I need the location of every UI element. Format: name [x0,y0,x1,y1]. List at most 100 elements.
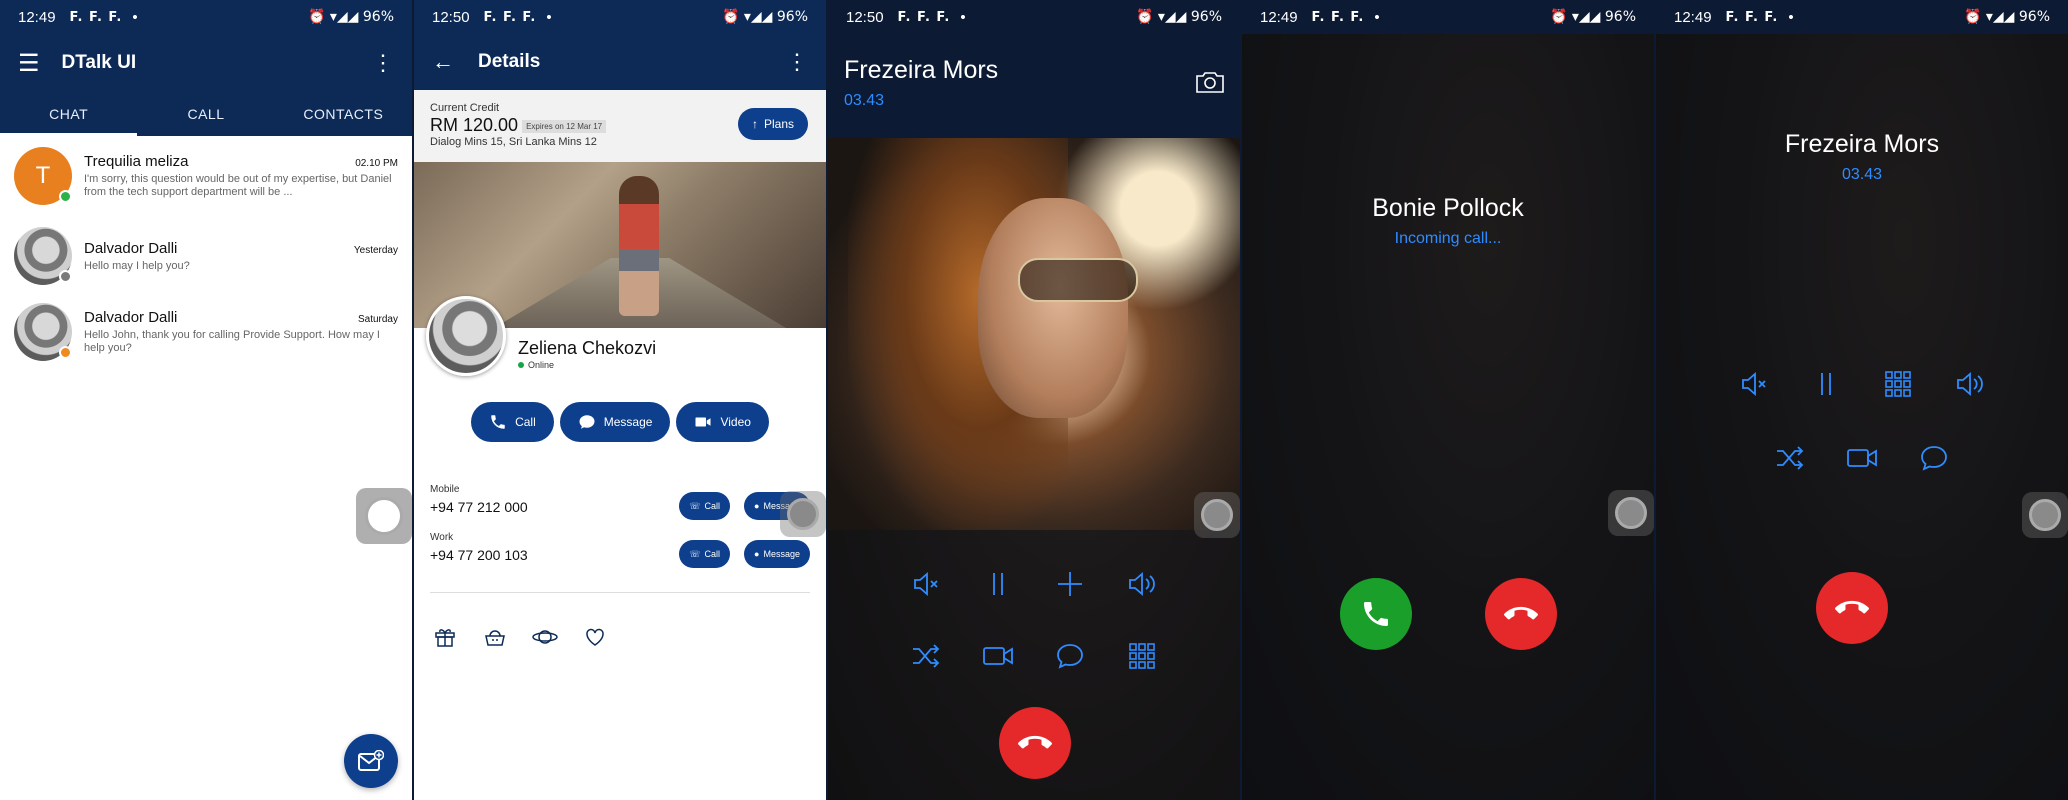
online-dot [518,362,524,368]
heart-icon[interactable] [578,620,612,654]
avatar [14,303,72,361]
status-dot: • [546,8,552,26]
status-right: ⏰ ▾◢◢ 96% [1963,9,2050,25]
chat-bubble-icon [579,415,595,429]
tab-call[interactable]: CALL [137,92,274,136]
status-time: 12:50 [846,8,884,26]
keypad-button[interactable] [1862,360,1934,408]
video-call-screen: 12:50 F. F. F. • ⏰ ▾◢◢ 96% Frezeira Mors… [828,0,1240,800]
call-button[interactable]: Call [471,402,554,442]
status-dot: • [132,8,138,26]
avatar-initial: T [35,162,51,189]
battery-level: 96% [1604,9,1636,25]
back-arrow-icon[interactable]: ← [432,49,454,75]
call-label: Call [515,415,536,429]
shuffle-icon [913,644,940,668]
chat-list-item[interactable]: T Trequilia meliza 02.10 PM I'm sorry, t… [0,140,412,212]
arrow-up-icon: ↑ [751,117,758,131]
new-message-button[interactable] [344,734,398,788]
assistive-touch-button[interactable] [2022,492,2068,538]
mute-button[interactable] [1718,360,1790,408]
hang-up-icon [1835,600,1869,614]
gift-icon[interactable] [428,620,462,654]
assistive-touch-button[interactable] [1194,492,1240,538]
more-options-icon[interactable]: ⋮ [786,49,808,75]
status-bar: 12:50 F. F. F. • ⏰ ▾◢◢ 96% [414,0,826,34]
more-options-icon[interactable]: ⋮ [372,50,394,76]
planet-icon[interactable] [528,620,562,654]
hamburger-menu-icon[interactable]: ☰ [18,49,40,78]
basket-icon[interactable] [478,620,512,654]
details-screen: 12:50 F. F. F. • ⏰ ▾◢◢ 96% ← Details ⋮ C… [414,0,826,800]
avatar [14,227,72,285]
add-call-button[interactable] [1034,560,1106,608]
assistive-touch-button[interactable] [780,491,826,537]
end-call-button[interactable] [999,707,1071,779]
status-notifications: F. F. F. [1311,9,1365,25]
call-header [828,34,1240,138]
transfer-button[interactable] [890,632,962,680]
call-duration: 03.43 [844,92,885,109]
status-right: ⏰ ▾◢◢ 96% [1549,9,1636,25]
avatar: T [14,147,72,205]
message-button[interactable]: Message [559,402,671,442]
work-message-button[interactable]: ● Message [744,540,810,568]
away-status-dot [59,346,72,359]
showcase-stage: 12:49 F. F. F. • ⏰ ▾◢◢ 96% ☰ DTalk UI ⋮ … [0,0,2068,800]
online-status-dot [59,190,72,203]
caller-name: Bonie Pollock [1372,194,1524,222]
speaker-mute-icon [1742,372,1766,396]
plans-button[interactable]: ↑ Plans [737,108,808,140]
tab-chat[interactable]: CHAT [0,92,138,136]
keypad-button[interactable] [1106,632,1178,680]
status-bar: 12:49 F. F. F. • ⏰ ▾◢◢ 96% [1242,0,1654,34]
speaker-button[interactable] [1106,560,1178,608]
profile-status-label: Online [528,360,555,370]
speaker-volume-icon [1129,572,1155,596]
status-time: 12:49 [1674,8,1712,26]
call-status: Incoming call... [1394,230,1502,247]
video-button[interactable]: Video [676,402,769,442]
status-right: ⏰ ▾◢◢ 96% [307,9,394,25]
assistive-touch-button[interactable] [356,488,412,544]
accept-call-button[interactable] [1340,578,1412,650]
status-time: 12:49 [1260,8,1298,26]
battery-level: 96% [2018,9,2050,25]
mobile-call-label: Call [704,501,720,511]
speaker-button[interactable] [1934,360,2006,408]
decline-call-button[interactable] [1485,578,1557,650]
offline-status-dot [59,270,72,283]
tab-contacts[interactable]: CONTACTS [275,92,412,136]
chat-button[interactable] [1898,434,1970,482]
chat-list-item[interactable]: Dalvador Dalli Saturday Hello John, than… [0,296,412,368]
status-bar: 12:50 F. F. F. • ⏰ ▾◢◢ 96% [828,0,1240,34]
mobile-call-button[interactable]: ☏ Call [679,492,730,520]
chat-time: Yesterday [353,244,398,256]
call-controls-row-1 [828,560,1240,608]
end-call-button[interactable] [1816,572,1888,644]
divider [430,592,810,593]
profile-status: Online [518,360,554,370]
profile-name: Zeliena Chekozvi [518,338,657,358]
hold-button[interactable] [1790,360,1862,408]
video-label: Video [720,415,751,429]
battery-level: 96% [776,9,808,25]
switch-camera-icon[interactable] [1194,70,1226,94]
chat-list-item[interactable]: Dalvador Dalli Yesterday Hello may I hel… [0,220,412,292]
hold-button[interactable] [962,560,1034,608]
message-label: Message [603,415,653,429]
work-call-button[interactable]: ☏ Call [679,540,730,568]
video-toggle-button[interactable] [1826,434,1898,482]
remote-video-feed [828,138,1240,530]
call-controls-row-2 [828,632,1240,680]
chat-button[interactable] [1034,632,1106,680]
assistive-touch-button[interactable] [1608,490,1654,536]
status-bar: 12:49 F. F. F. • ⏰ ▾◢◢ 96% [1656,0,2068,34]
video-toggle-button[interactable] [962,632,1034,680]
new-message-icon [358,750,384,771]
mute-button[interactable] [890,560,962,608]
chat-bubble-icon: ● [754,501,760,511]
transfer-button[interactable] [1754,434,1826,482]
status-notifications: F. F. F. [483,9,537,25]
status-dot: • [960,8,966,26]
